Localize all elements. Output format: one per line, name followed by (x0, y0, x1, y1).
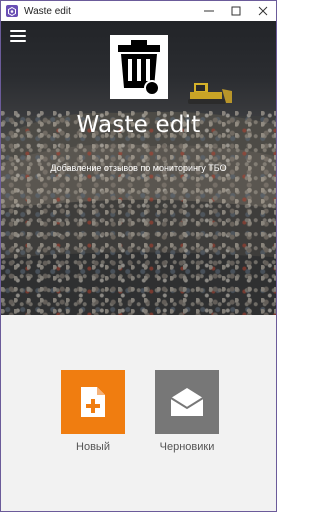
menu-line (10, 40, 26, 42)
hero-subtitle: Добавление отзывов по мониторингу ТБО (50, 163, 227, 173)
hero-banner: Waste edit Добавление отзывов по монитор… (1, 21, 276, 315)
new-document-icon (81, 387, 105, 417)
close-icon (258, 6, 267, 16)
app-icon (6, 5, 18, 17)
drafts-button[interactable]: Черновики (155, 370, 219, 453)
drafts-label: Черновики (159, 441, 215, 453)
title-bar[interactable]: Waste edit (1, 1, 276, 21)
hero-title: Waste edit (76, 112, 201, 138)
close-button[interactable] (249, 1, 276, 21)
actions-panel: Новый Черновики (1, 315, 276, 511)
trash-bin-icon (118, 40, 160, 96)
bulldozer-image (188, 83, 232, 104)
landfill-texture (1, 111, 276, 315)
app-window: Waste edit Waste edit Добавление отзывов… (0, 0, 277, 512)
new-report-button[interactable]: Новый (61, 370, 125, 453)
window-title: Waste edit (24, 5, 71, 17)
hamburger-menu-button[interactable] (10, 29, 26, 43)
drafts-tile[interactable] (155, 370, 219, 434)
new-report-label: Новый (76, 441, 110, 453)
envelope-open-icon (170, 388, 204, 416)
maximize-icon (231, 6, 240, 16)
minimize-icon (203, 10, 214, 12)
new-report-tile[interactable] (61, 370, 125, 434)
maximize-button[interactable] (222, 1, 249, 21)
logo (110, 35, 168, 99)
minimize-button[interactable] (195, 1, 222, 21)
menu-line (10, 35, 26, 37)
menu-line (10, 30, 26, 32)
